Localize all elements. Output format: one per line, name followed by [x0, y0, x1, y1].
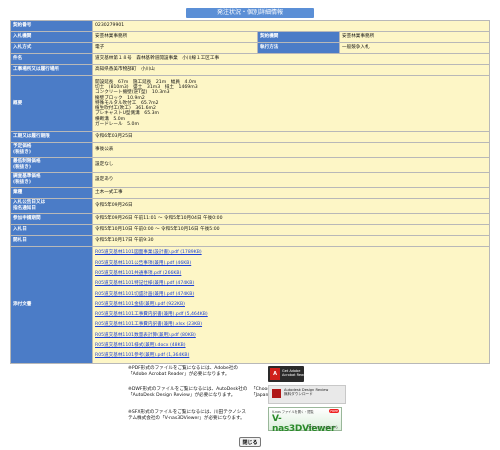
label-exec-method: 執行方法	[257, 42, 340, 54]
dwf-note: ※DWF形式のファイルをご覧になるには、AutoDesk社の 「AutoDesk…	[128, 387, 247, 399]
summary-line: ガードレール 5.0m	[95, 121, 139, 127]
value-bid-org: 安芸林業事務所	[92, 31, 258, 43]
close-button[interactable]: 閉じる	[239, 437, 261, 447]
label-summary: 概要	[10, 75, 93, 132]
vnas-free-tag: FREE	[329, 409, 339, 413]
design-review-text: Autodesk Design Review 無料ダウンロード	[284, 388, 329, 397]
label-survey-price: 調査基準価格 (税抜き)	[10, 172, 93, 188]
label-project: 件名	[10, 53, 93, 65]
label-announce: 入札公告日又は 指名通知日	[10, 198, 93, 214]
vnas-viewer-badge[interactable]: V-nas ファイルを開く・閲覧 FREE V-nas3DViewer ダウンロ…	[268, 407, 342, 434]
label-estimate: 予定価格 (税抜き)	[10, 142, 93, 158]
label-open-date: 開札日	[10, 235, 93, 247]
attachment-link[interactable]: R05道交基林1101工事費内訳書(兼用).pdf (5,464KB)	[95, 310, 487, 320]
attachment-link[interactable]: R05道交基林1101切盛計画(兼用).pdf (474KB)	[95, 290, 487, 300]
value-contract-no: 0230279901	[91, 20, 491, 32]
label-location: 工事場所又は履行場所	[10, 64, 93, 76]
value-apply-period: 令和5年09月26日 午前11:01 ～ 令和5年10月04日 午後0:00	[91, 213, 491, 225]
attachment-link[interactable]: R05道交基林1101金抜(兼用).pdf (922KB)	[95, 300, 487, 310]
value-exec-method: 一般競争入札	[338, 42, 491, 54]
note-line: 「Adobe Acrobat Reader」が必要になります。	[128, 372, 230, 378]
label-bid-method: 入札方式	[10, 42, 93, 54]
value-min-price: 設定なし	[91, 157, 491, 173]
sfx-note: ※SFX形式のファイルをご覧になるには、川田テクノシス テム株式会社の「V-na…	[128, 410, 246, 422]
value-location: 高知県香美市物部町 小川山	[91, 64, 491, 76]
value-bid-method: 電子	[92, 42, 258, 54]
vnas-download-text: ダウンロードはこちら	[307, 425, 338, 429]
attachment-link[interactable]: R05道交基林1101図面事業(設計書).pdf (1789KB)	[95, 248, 487, 258]
label-category: 業種	[10, 187, 93, 199]
attachment-link[interactable]: R05道交基林1101様式(兼用).docx (48KB)	[95, 341, 487, 351]
label-contract-org: 契約機関	[257, 31, 340, 43]
value-deadline: 令和6年03月25日	[91, 131, 491, 143]
label-contract-no: 契約番号	[10, 20, 93, 32]
label-apply-period: 参加申請期間	[10, 213, 93, 225]
value-contract-org: 安芸林業事務所	[338, 31, 491, 43]
design-review-badge[interactable]: Autodesk Design Review 無料ダウンロード	[268, 385, 346, 404]
adobe-reader-badge[interactable]: A Get Adobe Acrobat Reader	[268, 366, 309, 382]
value-bid-date: 令和5年10月10日 午前0:00 ～ 令和5年10月16日 午後5:00	[91, 224, 491, 236]
adobe-badge-text: Get Adobe Acrobat Reader	[282, 369, 309, 377]
label-min-price: 最低制限価格 (税抜き)	[10, 157, 93, 173]
pdf-note: ※PDF形式のファイルをご覧になるには、Adobe社の 「Adobe Acrob…	[128, 366, 238, 378]
page-title: 発注状況・個別詳細情報	[186, 8, 314, 18]
adobe-logo-icon: A	[270, 368, 280, 380]
value-open-date: 令和5年10月17日 午前9:30	[91, 235, 491, 247]
label-attachments: 添付文書	[10, 246, 93, 364]
value-estimate: 事後公表	[91, 142, 491, 158]
attachment-link[interactable]: R05道交基林1101特記仕様(兼用).pdf (474KB)	[95, 279, 487, 289]
label-bid-date: 入札日	[10, 224, 93, 236]
value-announce: 令和5年09月26日	[91, 198, 491, 214]
value-category: 土木一式工事	[91, 187, 491, 199]
detail-table: 契約番号 0230279901 入札機関 安芸林業事務所 契約機関 安芸林業事務…	[10, 20, 491, 364]
attachment-link[interactable]: R05道交基林1101工事費内訳書(兼用).xlsx (23KB)	[95, 320, 487, 330]
value-project: 道交基林第１８号 森林基幹道開設事業 小川線１工区工事	[91, 53, 491, 65]
attachment-link[interactable]: R05道交基林1101共通事項.pdf (266KB)	[95, 269, 487, 279]
value-survey-price: 設定あり	[91, 172, 491, 188]
value-summary: 開設延長 67m 施工延長 21m 幅員 4.0m 切土 (810m3) 盛土 …	[91, 75, 491, 132]
attachment-list: R05道交基林1101図面事業(設計書).pdf (1789KB) R05道交基…	[91, 246, 491, 364]
attachment-link[interactable]: R05道交基林1101数量表計算(兼用).pdf (80KB)	[95, 331, 487, 341]
attachment-link[interactable]: R05道交基林1101参考(兼用).pdf (1,364KB)	[95, 351, 487, 361]
note-line: テム株式会社の「V-nas3DViewer」が必要になります。	[128, 416, 245, 422]
attachment-link[interactable]: R05道交基林1101公告事項(兼用).pdf (46KB)	[95, 259, 487, 269]
label-bid-org: 入札機関	[10, 31, 93, 43]
note-line: 「AutoDesk Design Review」が必要になります。	[128, 393, 236, 399]
vnas-logo: V-nas3DViewer	[272, 414, 336, 434]
autodesk-logo-icon	[272, 389, 281, 398]
label-deadline: 工期又は履行期限	[10, 131, 93, 143]
